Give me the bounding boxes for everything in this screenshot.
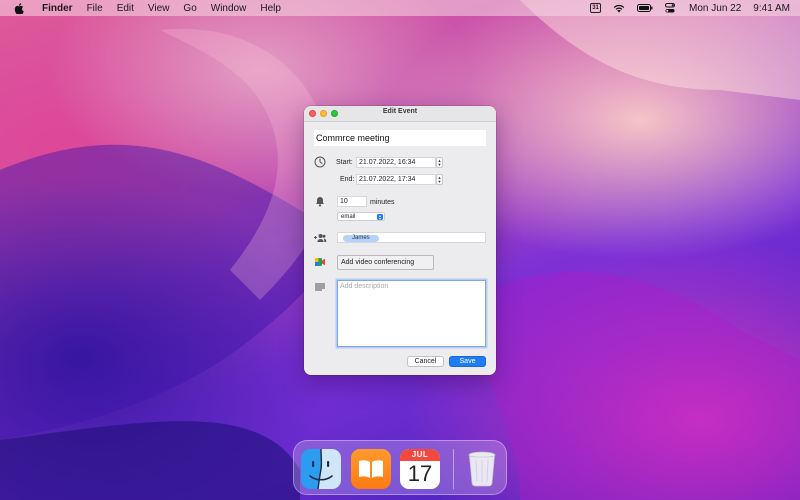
notes-icon — [313, 280, 327, 294]
save-button[interactable]: Save — [449, 356, 486, 367]
control-center-icon[interactable] — [665, 3, 676, 13]
dock: JUL 17 — [293, 440, 507, 495]
start-label: Start: — [336, 159, 353, 166]
battery-icon[interactable] — [637, 4, 653, 12]
edit-event-window: Edit Event Start: 21.07.2022, 16:34 ▲▼ E… — [304, 106, 496, 375]
trash-icon[interactable] — [462, 449, 502, 489]
menu-edit[interactable]: Edit — [117, 3, 134, 14]
clock-icon — [313, 155, 327, 169]
calendar-status-icon[interactable]: 31 — [590, 3, 602, 13]
guests-field[interactable]: James — [337, 232, 486, 243]
end-stepper[interactable]: ▲ ▼ — [436, 174, 443, 185]
dock-separator — [453, 449, 454, 489]
bell-icon — [313, 194, 327, 208]
menu-help[interactable]: Help — [260, 3, 281, 14]
event-title-input[interactable] — [314, 130, 486, 146]
meet-icon — [313, 255, 327, 269]
alert-minutes-input[interactable]: 10 — [337, 196, 367, 207]
apple-icon[interactable] — [14, 2, 28, 14]
add-video-conferencing-button[interactable]: Add video conferencing — [337, 255, 434, 270]
description-textarea[interactable]: Add description — [337, 280, 486, 347]
finder-icon[interactable] — [301, 449, 341, 489]
alert-unit-label: minutes — [370, 199, 395, 206]
start-stepper[interactable]: ▲ ▼ — [436, 157, 443, 168]
menu-bar: Finder File Edit View Go Window Help 31 … — [0, 0, 800, 16]
calendar-month: JUL — [400, 449, 440, 461]
menubar-time[interactable]: 9:41 AM — [753, 3, 790, 14]
alert-type-select[interactable]: email ▴ ▾ — [337, 212, 385, 221]
add-people-icon — [313, 231, 327, 245]
menu-go[interactable]: Go — [183, 3, 196, 14]
menu-app-finder[interactable]: Finder — [42, 3, 73, 14]
cancel-button[interactable]: Cancel — [407, 356, 444, 367]
menu-file[interactable]: File — [87, 3, 103, 14]
calendar-app-icon[interactable]: JUL 17 — [400, 449, 440, 489]
menubar-date[interactable]: Mon Jun 22 — [689, 3, 741, 14]
menu-view[interactable]: View — [148, 3, 170, 14]
start-datetime-field[interactable]: 21.07.2022, 16:34 — [356, 157, 436, 168]
wifi-icon[interactable] — [613, 4, 625, 13]
title-bar[interactable]: Edit Event — [304, 106, 496, 122]
guest-token[interactable]: James — [343, 234, 379, 242]
books-icon[interactable] — [351, 449, 391, 489]
chevron-updown-icon: ▴ ▾ — [377, 213, 383, 221]
calendar-day: 17 — [407, 461, 433, 486]
menu-window[interactable]: Window — [211, 3, 247, 14]
end-datetime-field[interactable]: 21.07.2022, 17:34 — [356, 174, 436, 185]
calendar-badge: 31 — [590, 3, 602, 13]
end-label: End: — [340, 176, 355, 183]
window-title: Edit Event — [382, 108, 418, 115]
alert-type-value: email — [341, 214, 356, 220]
